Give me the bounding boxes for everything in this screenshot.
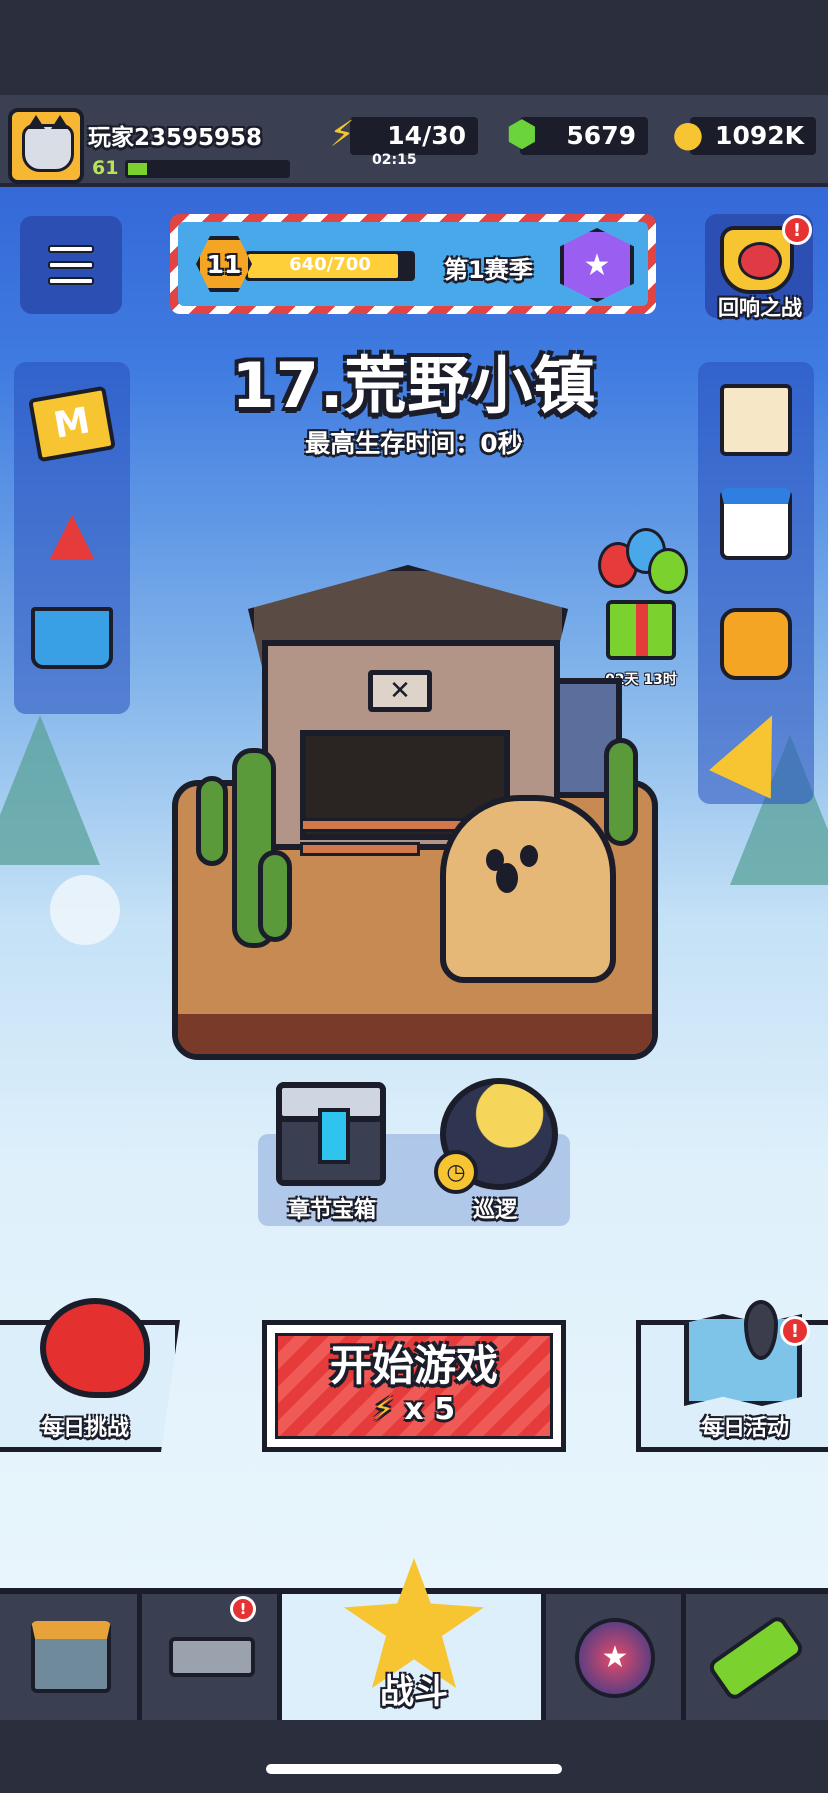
cactus (258, 850, 292, 942)
player-xp-fill (128, 163, 148, 175)
menu-button[interactable] (20, 216, 122, 314)
party-horn-icon[interactable] (709, 701, 803, 799)
daily-challenge-label: 每日挑战 (40, 1416, 129, 1441)
backpack-icon[interactable] (710, 600, 802, 688)
tab-shop[interactable] (0, 1594, 142, 1720)
lightning-icon: ⚡ (329, 113, 355, 155)
energy-value: 14/30 (387, 121, 466, 150)
balloon-icon (648, 548, 688, 594)
player-avatar[interactable] (8, 108, 84, 184)
player-name: 玩家23595958 (88, 125, 263, 151)
chapter-chest-button[interactable] (276, 1082, 386, 1186)
calendar-checkin-icon[interactable] (710, 480, 802, 568)
snowman (50, 875, 120, 945)
boxing-glove-icon (40, 1298, 150, 1398)
echo-battle-alert-badge: ! (782, 215, 812, 245)
lightning-icon: ⚡ (372, 1392, 394, 1427)
tab-weapons[interactable] (142, 1594, 282, 1720)
tab-genes[interactable] (686, 1594, 828, 1720)
coin-value: 1092K (715, 121, 804, 150)
daily-event-alert-badge: ! (780, 1316, 810, 1346)
gem-icon: ⬢ (506, 113, 538, 155)
monthly-card-icon[interactable]: M (26, 380, 118, 468)
star-orb-icon: ★ (570, 1616, 660, 1700)
home-indicator[interactable] (266, 1764, 562, 1774)
chapter-chest-label: 章节宝箱 (287, 1198, 376, 1223)
tab-battle-label: 战斗 (380, 1672, 448, 1712)
start-game-label: 开始游戏 (329, 1341, 498, 1390)
coin-icon: ● (672, 113, 704, 155)
wood-plank (300, 842, 420, 856)
growth-fund-icon[interactable]: ▲ (26, 488, 118, 576)
energy-timer: 02:15 (372, 152, 417, 168)
start-game-cost: ⚡ x 5 (372, 1392, 456, 1427)
clock-icon: ◷ (434, 1150, 478, 1194)
player-xp-bar (125, 160, 290, 178)
quest-scroll-icon[interactable] (710, 376, 802, 464)
shop-icon (26, 1614, 116, 1700)
cactus-arm (196, 776, 228, 866)
gem-value: 5679 (566, 121, 636, 150)
menu-icon (48, 245, 94, 253)
tab-talents[interactable]: ★ (546, 1594, 686, 1720)
home-bar-area (0, 1720, 828, 1793)
dna-capsule-icon (705, 1613, 807, 1703)
daily-event-label: 每日活动 (700, 1416, 789, 1441)
christmas-tree-left (0, 715, 100, 865)
barn-sign-icon: ✕ (368, 670, 432, 712)
cactus (604, 738, 638, 846)
weapons-alert-badge: ! (230, 1596, 256, 1622)
gift-box-icon[interactable] (606, 600, 676, 660)
patrol-label: 巡逻 (472, 1198, 517, 1223)
sand-ghost-monster (440, 795, 616, 983)
player-level: 61 (92, 157, 119, 179)
chest-icon (318, 1108, 350, 1164)
season-name: 第1赛季 (444, 256, 533, 284)
revolver-icon (164, 1614, 260, 1700)
shop-cart-icon[interactable] (26, 594, 118, 682)
echo-battle-label: 回响之战 (718, 296, 802, 320)
energy-counter[interactable]: 14/30 (350, 117, 478, 155)
status-bar (0, 0, 828, 100)
season-progress-text: 640/700 (289, 254, 371, 275)
